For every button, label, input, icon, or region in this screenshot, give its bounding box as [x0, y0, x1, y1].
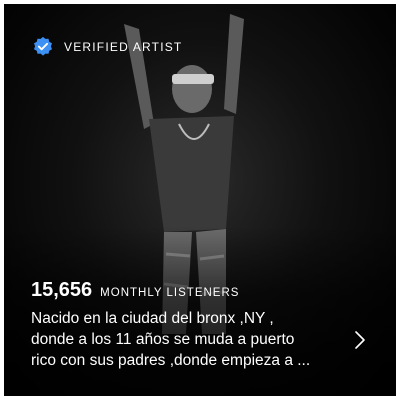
artist-about-card[interactable]: VERIFIED ARTIST 15,656 MONTHLY LISTENERS… — [4, 4, 396, 396]
verified-artist-row: VERIFIED ARTIST — [32, 36, 182, 58]
monthly-listeners-label: MONTHLY LISTENERS — [100, 287, 240, 299]
artist-bio[interactable]: Nacido en la ciudad del bronx ,NY , dond… — [31, 308, 351, 371]
verified-artist-label: VERIFIED ARTIST — [64, 40, 183, 54]
chevron-right-icon[interactable] — [353, 330, 367, 350]
monthly-listeners-count: 15,656 — [31, 279, 93, 301]
monthly-listeners: 15,656 MONTHLY LISTENERS — [31, 279, 239, 302]
verified-badge-icon — [34, 36, 52, 56]
bio-line-2: donde a los 11 años se muda a puerto — [31, 331, 295, 348]
bio-line-3: rico con sus padres ,donde empieza a ... — [31, 352, 311, 369]
bio-line-1: Nacido en la ciudad del bronx ,NY , — [31, 310, 274, 327]
